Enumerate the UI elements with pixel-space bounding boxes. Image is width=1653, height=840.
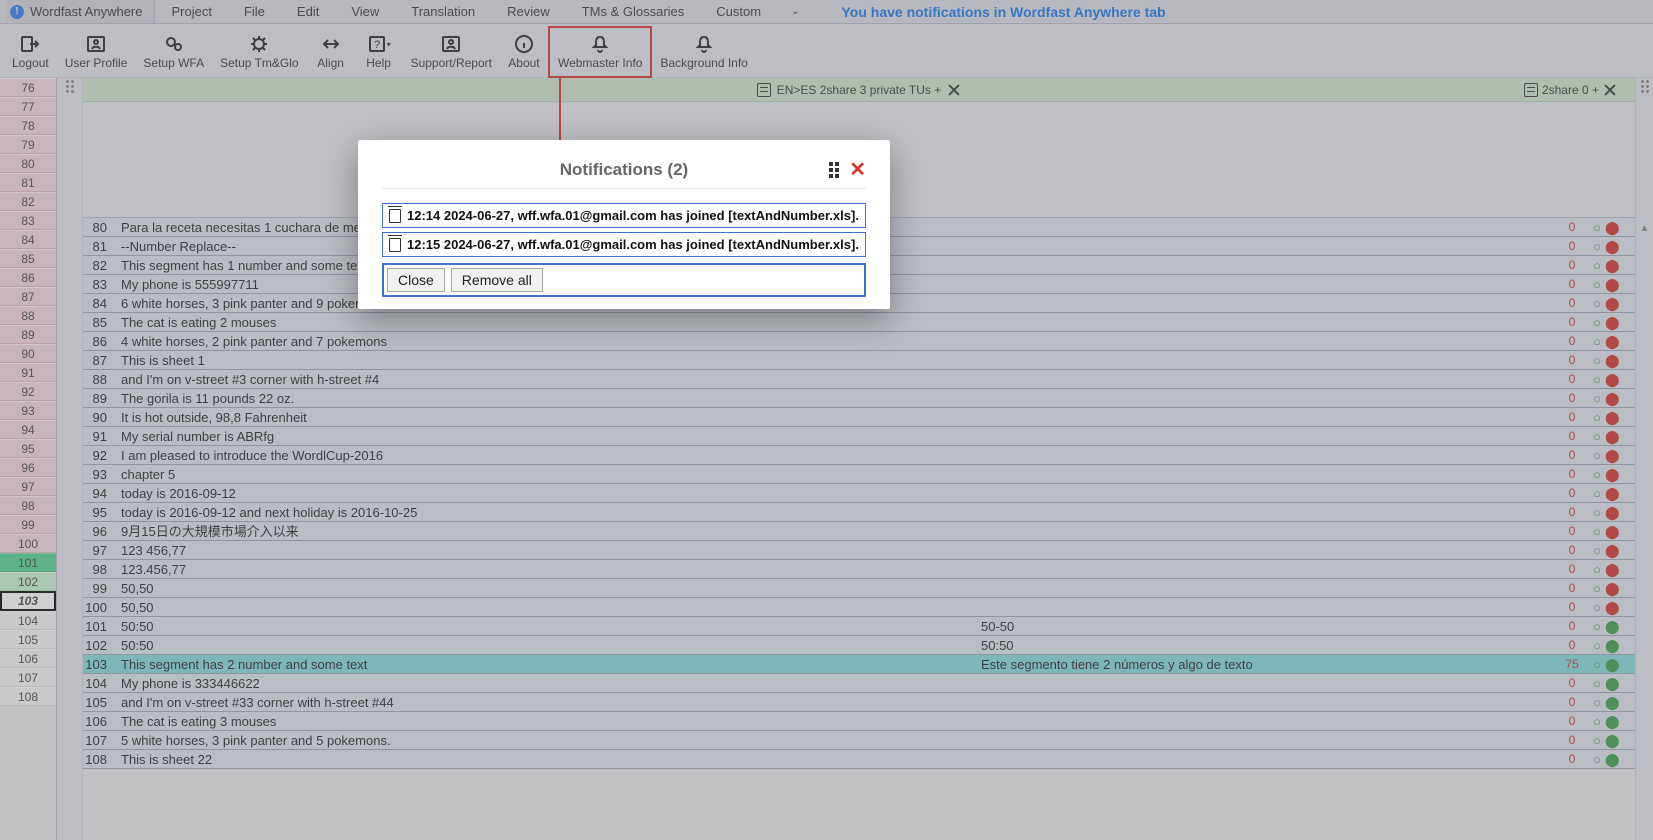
close-icon[interactable]: ✕ — [849, 160, 866, 180]
dialog-title: Notifications (2) — [406, 160, 842, 180]
notifications-dialog: Notifications (2) ✕ 12:14 2024-06-27, wf… — [358, 140, 890, 309]
notifications-list: 12:14 2024-06-27, wff.wfa.01@gmail.com h… — [358, 189, 890, 257]
notification-item: 12:14 2024-06-27, wff.wfa.01@gmail.com h… — [382, 203, 866, 228]
notification-item: 12:15 2024-06-27, wff.wfa.01@gmail.com h… — [382, 232, 866, 257]
notification-text: 12:14 2024-06-27, wff.wfa.01@gmail.com h… — [407, 208, 859, 223]
trash-icon[interactable] — [389, 209, 401, 223]
notification-text: 12:15 2024-06-27, wff.wfa.01@gmail.com h… — [407, 237, 859, 252]
close-button[interactable]: Close — [387, 268, 445, 292]
drag-handle-icon[interactable] — [829, 162, 839, 178]
remove-all-button[interactable]: Remove all — [451, 268, 543, 292]
modal-overlay — [0, 0, 1653, 840]
trash-icon[interactable] — [389, 238, 401, 252]
